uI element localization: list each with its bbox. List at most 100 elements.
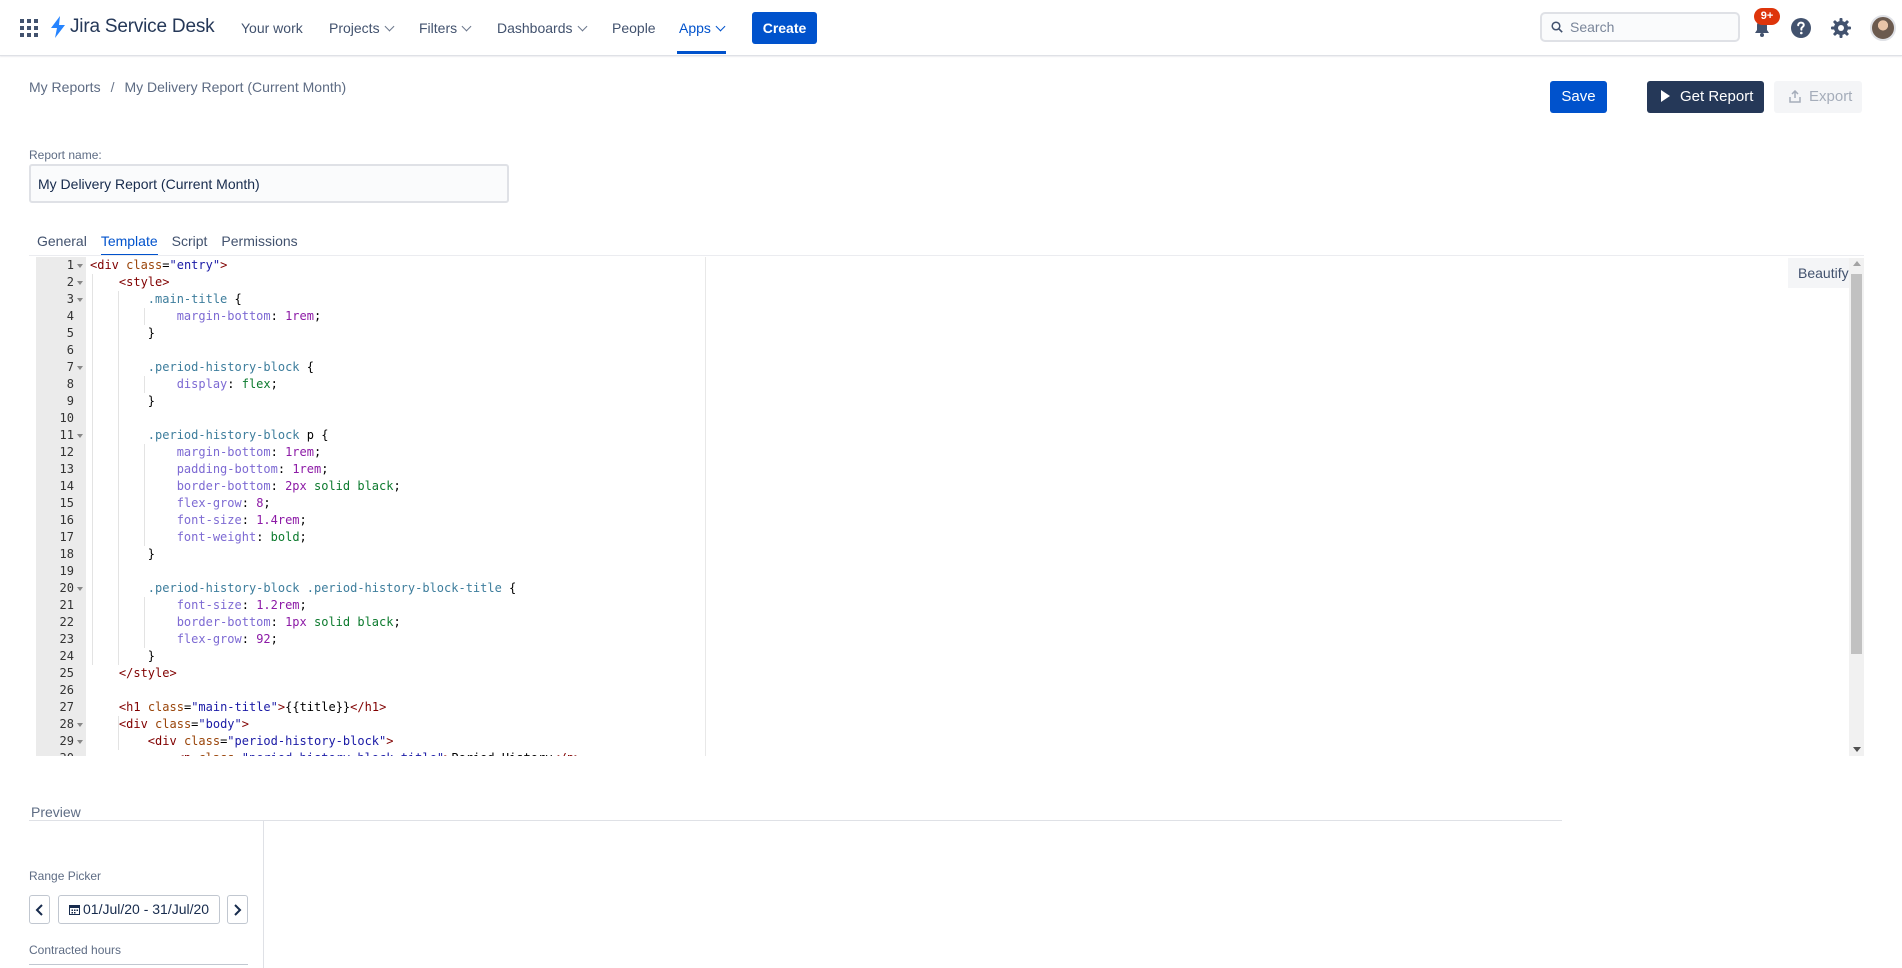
breadcrumb-my-reports[interactable]: My Reports	[29, 79, 101, 95]
scroll-down-arrow-icon[interactable]	[1853, 747, 1861, 752]
nav-people[interactable]: People	[612, 0, 656, 56]
chevron-left-icon	[35, 904, 43, 916]
code-line[interactable]: ​	[90, 563, 1850, 580]
code-line[interactable]: }	[90, 325, 1850, 342]
tabs-divider	[29, 255, 1864, 256]
range-next-button[interactable]	[227, 895, 248, 924]
code-line[interactable]: font-size: 1.4rem;	[90, 512, 1850, 529]
date-range-input[interactable]: 01/Jul/20 - 31/Jul/20	[58, 895, 220, 924]
preview-divider	[29, 820, 1562, 821]
breadcrumb-current-report[interactable]: My Delivery Report (Current Month)	[124, 79, 346, 95]
code-line[interactable]: <div class="entry">	[90, 257, 1850, 274]
code-line[interactable]: border-bottom: 1px solid black;	[90, 614, 1850, 631]
nav-label: Apps	[679, 20, 711, 36]
line-number: 8	[66, 377, 74, 391]
code-line[interactable]: .main-title {	[90, 291, 1850, 308]
line-number: 9	[66, 394, 74, 408]
code-line[interactable]: <style>	[90, 274, 1850, 291]
nav-projects[interactable]: Projects	[329, 0, 395, 56]
contracted-hours-label: Contracted hours	[29, 943, 122, 957]
code-content[interactable]: <div class="entry"> <style> .main-title …	[90, 257, 1850, 756]
tab-template[interactable]: Template	[94, 232, 165, 256]
line-number: 21	[59, 598, 74, 612]
code-line[interactable]: .period-history-block {	[90, 359, 1850, 376]
gear-icon[interactable]	[1829, 16, 1853, 40]
code-line[interactable]: ​	[90, 342, 1850, 359]
code-line[interactable]: margin-bottom: 1rem;	[90, 444, 1850, 461]
scroll-up-arrow-icon[interactable]	[1853, 261, 1861, 266]
editor-scrollbar[interactable]	[1849, 258, 1864, 756]
nav-apps[interactable]: Apps	[677, 0, 726, 56]
user-avatar[interactable]	[1870, 15, 1896, 41]
range-previous-button[interactable]	[29, 895, 50, 924]
indent-guide	[118, 291, 119, 665]
report-tabs: General Template Script Permissions	[29, 232, 305, 256]
code-line[interactable]: padding-bottom: 1rem;	[90, 461, 1850, 478]
line-number[interactable]: 29	[36, 733, 86, 750]
top-navigation: Jira Service Desk Your work Projects Fil…	[0, 0, 1902, 56]
create-button[interactable]: Create	[752, 12, 817, 44]
line-number[interactable]: 11	[36, 427, 86, 444]
line-number: 5	[66, 326, 74, 340]
help-icon[interactable]	[1789, 16, 1813, 40]
jira-bolt-icon	[51, 16, 65, 38]
code-line[interactable]: font-size: 1.2rem;	[90, 597, 1850, 614]
export-label: Export	[1809, 88, 1853, 105]
nav-your-work[interactable]: Your work	[241, 0, 303, 56]
code-line[interactable]: margin-bottom: 1rem;	[90, 308, 1850, 325]
report-name-input[interactable]	[29, 164, 509, 203]
search-input[interactable]	[1570, 17, 1730, 37]
line-number: 13	[59, 462, 74, 476]
code-line[interactable]: <div class="body">	[90, 716, 1850, 733]
play-icon	[1661, 90, 1670, 102]
code-line[interactable]: }	[90, 393, 1850, 410]
export-button[interactable]: Export	[1774, 81, 1862, 113]
line-number: 24	[59, 649, 74, 663]
line-number[interactable]: 2	[36, 274, 86, 291]
contracted-hours-input[interactable]	[29, 964, 248, 968]
range-picker-label: Range Picker	[29, 869, 102, 883]
chevron-down-icon	[461, 21, 472, 32]
line-number[interactable]: 1	[36, 257, 86, 274]
code-line[interactable]: flex-grow: 92;	[90, 631, 1850, 648]
code-line[interactable]: ​	[90, 682, 1850, 699]
tab-general[interactable]: General	[29, 232, 94, 256]
beautify-button[interactable]: Beautify	[1788, 258, 1856, 288]
indent-guide	[92, 274, 93, 665]
search-field[interactable]	[1540, 12, 1740, 42]
code-line[interactable]: <div class="period-history-block">	[90, 733, 1850, 750]
line-number[interactable]: 7	[36, 359, 86, 376]
get-report-button[interactable]: Get Report	[1647, 81, 1764, 113]
code-line[interactable]: .period-history-block p {	[90, 427, 1850, 444]
product-logo[interactable]: Jira Service Desk	[50, 16, 215, 38]
line-number[interactable]: 28	[36, 716, 86, 733]
code-line[interactable]: }	[90, 648, 1850, 665]
code-line[interactable]: flex-grow: 8;	[90, 495, 1850, 512]
nav-dashboards[interactable]: Dashboards	[497, 0, 587, 56]
code-line[interactable]: ​	[90, 410, 1850, 427]
product-name: Jira Service Desk	[70, 16, 215, 37]
date-range-value: 01/Jul/20 - 31/Jul/20	[83, 901, 210, 917]
line-number[interactable]: 20	[36, 580, 86, 597]
line-number: 25	[59, 666, 74, 680]
code-line[interactable]: }	[90, 546, 1850, 563]
code-line[interactable]: <p class="period-history-block-title">Pe…	[90, 750, 1850, 756]
nav-filters[interactable]: Filters	[419, 0, 472, 56]
code-line[interactable]: display: flex;	[90, 376, 1850, 393]
nav-label: Projects	[329, 20, 380, 36]
app-switcher-icon[interactable]	[20, 19, 38, 37]
tab-permissions[interactable]: Permissions	[214, 232, 304, 256]
template-code-editor[interactable]: 1 2 3 4 5 6 7 8 9 10 11 12 13 14 15 16 17 18 19 20 21 22 23 24 2…	[36, 257, 1864, 756]
line-number: 30	[36, 750, 86, 756]
nav-label: People	[612, 20, 656, 36]
line-number: 18	[59, 547, 74, 561]
code-line[interactable]: border-bottom: 2px solid black;	[90, 478, 1850, 495]
line-number[interactable]: 3	[36, 291, 86, 308]
tab-script[interactable]: Script	[165, 232, 215, 256]
code-line[interactable]: <h1 class="main-title">{{title}}</h1>	[90, 699, 1850, 716]
code-line[interactable]: </style>	[90, 665, 1850, 682]
scrollbar-thumb[interactable]	[1851, 274, 1862, 654]
save-button[interactable]: Save	[1550, 81, 1607, 113]
code-line[interactable]: .period-history-block .period-history-bl…	[90, 580, 1850, 597]
code-line[interactable]: font-weight: bold;	[90, 529, 1850, 546]
